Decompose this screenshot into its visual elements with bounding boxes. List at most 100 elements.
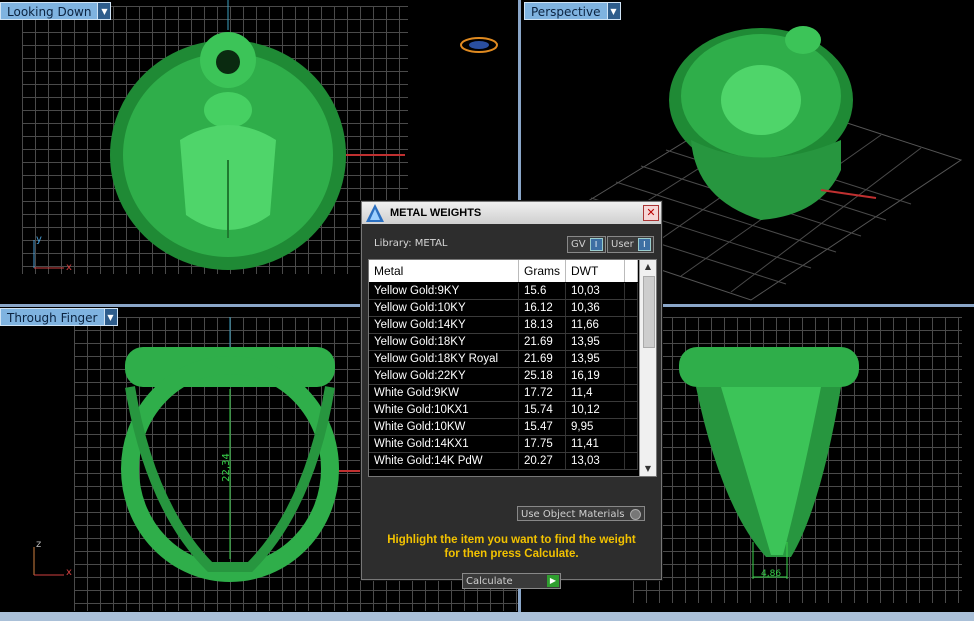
dialog-body: Library: METAL GV I User I Metal Grams D… — [362, 224, 661, 589]
instruction-line-1: Highlight the item you want to find the … — [387, 534, 636, 546]
column-header-dwt[interactable]: DWT — [566, 260, 625, 282]
chevron-down-icon[interactable]: ▼ — [104, 308, 118, 326]
cell-blank — [625, 402, 638, 418]
table-row[interactable]: Yellow Gold:18KY 21.69 13,95 — [369, 334, 638, 351]
column-header-blank — [625, 260, 638, 282]
viewport-tab-looking-down[interactable]: Looking Down ▼ — [0, 2, 112, 20]
table-row[interactable]: Yellow Gold:9KY 15.6 10,03 — [369, 283, 638, 300]
scroll-up-icon[interactable]: ▲ — [640, 260, 656, 274]
cell-metal: White Gold:14KX1 — [369, 436, 519, 452]
cell-dwt: 11,41 — [566, 436, 625, 452]
dimension-label: 4,86 — [761, 569, 782, 579]
cell-dwt: 11,4 — [566, 385, 625, 401]
gv-label: GV — [571, 239, 586, 250]
cell-dwt: 10,03 — [566, 283, 625, 299]
viewport-label: Looking Down — [0, 2, 99, 20]
cell-grams: 15.74 — [519, 402, 566, 418]
cell-dwt: 13,95 — [566, 334, 625, 350]
calculate-label: Calculate — [466, 576, 513, 587]
cell-metal: White Gold:10KX1 — [369, 402, 519, 418]
cell-metal: White Gold:14K PdW — [369, 453, 519, 469]
cell-metal: White Gold:10KW — [369, 419, 519, 435]
cell-blank — [625, 283, 638, 299]
table-row[interactable]: White Gold:10KW 15.47 9,95 — [369, 419, 638, 436]
cell-dwt: 16,19 — [566, 368, 625, 384]
cell-dwt: 9,95 — [566, 419, 625, 435]
cell-blank — [625, 334, 638, 350]
cell-grams: 21.69 — [519, 334, 566, 350]
cell-dwt: 10,12 — [566, 402, 625, 418]
table-row[interactable]: White Gold:10KX1 15.74 10,12 — [369, 402, 638, 419]
calculate-button[interactable]: Calculate ▶ — [462, 573, 561, 589]
table-row[interactable]: White Gold:14KX1 17.75 11,41 — [369, 436, 638, 453]
library-label: Library: METAL — [374, 238, 448, 249]
instruction-line-2: for then press Calculate. — [444, 548, 579, 560]
dialog-title: METAL WEIGHTS — [390, 207, 482, 219]
table-row[interactable]: Yellow Gold:10KY 16.12 10,36 — [369, 300, 638, 317]
radio-indicator-icon — [630, 509, 641, 520]
chevron-down-icon[interactable]: ▼ — [607, 2, 621, 20]
table-rows: Yellow Gold:9KY 15.6 10,03 Yellow Gold:10K… — [369, 283, 638, 470]
cell-grams: 16.12 — [519, 300, 566, 316]
user-label: User — [611, 239, 634, 250]
metal-table[interactable]: Metal Grams DWT Yellow Gold:9KY 15.6 10,03… — [368, 259, 657, 477]
cell-grams: 15.47 — [519, 419, 566, 435]
table-row[interactable]: Yellow Gold:14KY 18.13 11,66 — [369, 317, 638, 334]
play-arrow-icon: ▶ — [547, 575, 559, 587]
cell-blank — [625, 317, 638, 333]
cell-metal: Yellow Gold:18KY Royal — [369, 351, 519, 367]
cell-grams: 25.18 — [519, 368, 566, 384]
cell-grams: 20.27 — [519, 453, 566, 469]
user-toggle[interactable]: User I — [607, 236, 654, 253]
cell-metal: Yellow Gold:14KY — [369, 317, 519, 333]
cell-metal: Yellow Gold:22KY — [369, 368, 519, 384]
bottom-border — [0, 612, 974, 621]
viewport-tab-perspective[interactable]: Perspective ▼ — [524, 2, 621, 20]
close-icon[interactable]: ✕ — [643, 205, 659, 221]
cell-dwt: 10,36 — [566, 300, 625, 316]
cell-dwt: 11,66 — [566, 317, 625, 333]
metal-weights-dialog[interactable]: METAL WEIGHTS ✕ Library: METAL GV I User… — [361, 201, 662, 589]
dialog-titlebar[interactable]: METAL WEIGHTS ✕ — [362, 202, 661, 224]
cell-grams: 17.75 — [519, 436, 566, 452]
viewport-label: Perspective — [524, 2, 608, 20]
cell-blank — [625, 436, 638, 452]
cell-grams: 18.13 — [519, 317, 566, 333]
cell-blank — [625, 300, 638, 316]
viewport-tab-through-finger[interactable]: Through Finger ▼ — [0, 308, 118, 326]
cell-grams: 21.69 — [519, 351, 566, 367]
app-logo-icon — [366, 204, 384, 222]
table-scrollbar[interactable]: ▲ ▼ — [639, 260, 656, 476]
navigation-cube-icon[interactable] — [459, 34, 499, 56]
table-row[interactable]: Yellow Gold:22KY 25.18 16,19 — [369, 368, 638, 385]
cell-blank — [625, 385, 638, 401]
dimension-label: 22,34 — [220, 453, 232, 482]
cell-blank — [625, 453, 638, 469]
toggle-switch-icon: I — [637, 238, 651, 251]
axis-gizmo — [33, 240, 64, 269]
viewport-label: Through Finger — [0, 308, 105, 326]
cell-dwt: 13,03 — [566, 453, 625, 469]
cell-grams: 15.6 — [519, 283, 566, 299]
cell-grams: 17.72 — [519, 385, 566, 401]
table-header: Metal Grams DWT — [369, 260, 638, 282]
use-object-materials-toggle[interactable]: Use Object Materials — [517, 506, 645, 521]
use-object-materials-label: Use Object Materials — [521, 509, 625, 520]
table-row[interactable]: White Gold:14K PdW 20.27 13,03 — [369, 453, 638, 470]
table-row[interactable]: Yellow Gold:18KY Royal 21.69 13,95 — [369, 351, 638, 368]
cell-blank — [625, 368, 638, 384]
column-header-metal[interactable]: Metal — [369, 260, 519, 282]
cell-dwt: 13,95 — [566, 351, 625, 367]
cell-metal: White Gold:9KW — [369, 385, 519, 401]
toggle-switch-icon: I — [589, 238, 603, 251]
gv-toggle[interactable]: GV I — [567, 236, 606, 253]
table-row[interactable]: White Gold:9KW 17.72 11,4 — [369, 385, 638, 402]
cell-metal: Yellow Gold:10KY — [369, 300, 519, 316]
chevron-down-icon[interactable]: ▼ — [98, 2, 112, 20]
column-header-grams[interactable]: Grams — [519, 260, 566, 282]
cell-metal: Yellow Gold:9KY — [369, 283, 519, 299]
cell-blank — [625, 419, 638, 435]
scroll-down-icon[interactable]: ▼ — [640, 462, 656, 476]
scrollbar-thumb[interactable] — [643, 276, 655, 348]
axis-gizmo — [33, 547, 64, 576]
